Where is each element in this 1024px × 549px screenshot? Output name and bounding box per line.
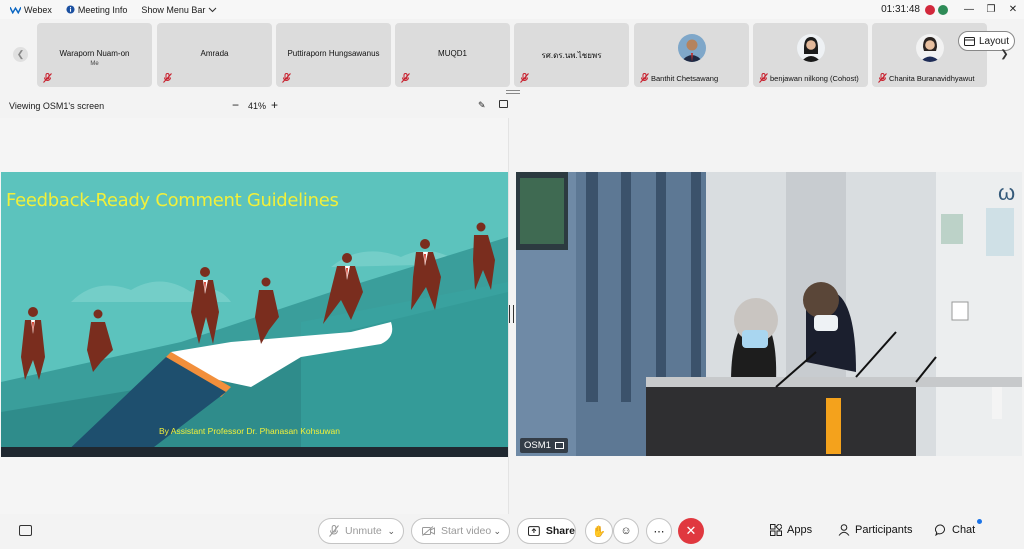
participants-button[interactable]: Participants — [838, 524, 912, 536]
webex-logo-icon — [10, 6, 21, 14]
chevron-down-icon[interactable]: ⌄ — [387, 526, 395, 537]
title-bar: Webex Meeting Info Show Menu Bar 01:31:4… — [0, 0, 1024, 19]
viewing-label: Viewing OSM1's screen — [9, 101, 105, 111]
participant-tile[interactable]: Amrada — [157, 23, 272, 87]
muted-mic-icon — [520, 73, 529, 83]
close-button[interactable]: ✕ — [1002, 0, 1024, 19]
zoom-in-button[interactable]: + — [271, 98, 278, 112]
active-speaker-video[interactable]: ω OSM1 — [516, 172, 1022, 456]
participant-strip: ❮ Waraporn Nuam-on Me Amrada Puttiraporn… — [0, 19, 1024, 91]
share-label: Share — [545, 525, 575, 537]
slide-author: By Assistant Professor Dr. Phanasan Kohs… — [159, 426, 340, 436]
participant-tile[interactable]: benjawan nilkong (Cohost) — [753, 23, 868, 87]
video-frame: ω — [516, 172, 1022, 456]
pop-out-icon[interactable] — [499, 100, 508, 108]
muted-mic-icon — [43, 73, 52, 83]
muted-mic-icon — [329, 525, 339, 537]
participant-name: Banthit Chetsawang — [651, 74, 719, 83]
participant-name: รศ.ดร.นพ.ไชยพร — [541, 51, 602, 60]
annotate-icon[interactable]: ✎ — [478, 100, 486, 111]
chat-icon — [935, 524, 945, 536]
muted-mic-icon — [163, 73, 172, 83]
video-participant-name: OSM1 — [524, 440, 551, 451]
captions-icon[interactable] — [19, 525, 32, 536]
zoom-level: 41% — [248, 101, 267, 111]
show-menu-bar-label: Show Menu Bar — [141, 4, 206, 15]
muted-mic-icon — [759, 73, 768, 83]
meeting-info-button[interactable]: Meeting Info — [62, 0, 132, 19]
participant-name: Waraporn Nuam-on — [59, 49, 130, 58]
webex-menu[interactable]: Webex — [6, 0, 56, 19]
share-button[interactable]: Share — [517, 518, 576, 544]
participants-label: Participants — [855, 524, 913, 536]
smiley-icon: ☺ — [620, 525, 632, 537]
participant-name: Puttiraporn Hungsawanus — [287, 49, 380, 58]
avatar — [915, 34, 944, 62]
muted-mic-icon — [282, 73, 291, 83]
video-name-label: OSM1 — [520, 438, 568, 453]
screen-share-icon — [554, 442, 564, 449]
participant-tile[interactable]: Waraporn Nuam-on Me — [37, 23, 152, 87]
shared-slide: Feedback-Ready Comment Guidelines By Ass… — [1, 172, 508, 457]
participant-name: MUQD1 — [438, 49, 467, 58]
chevron-down-icon — [209, 7, 217, 12]
svg-text:ω: ω — [998, 180, 1015, 205]
start-video-label: Start video — [441, 525, 492, 537]
start-video-button[interactable]: Start video ⌄ — [411, 518, 510, 544]
avatar — [796, 34, 825, 62]
chat-button[interactable]: Chat — [935, 524, 975, 536]
unmute-button[interactable]: Unmute ⌄ — [318, 518, 404, 544]
slide-illustration — [1, 172, 508, 457]
chat-label: Chat — [952, 524, 976, 536]
more-options-button[interactable]: ⋯ — [646, 518, 672, 544]
unmute-label: Unmute — [345, 525, 382, 537]
chat-notification-badge — [977, 519, 982, 524]
participant-name: Chanita Buranavidhyawut — [889, 74, 975, 83]
muted-mic-icon — [878, 73, 887, 83]
pane-splitter[interactable] — [509, 305, 514, 323]
muted-mic-icon — [401, 73, 410, 83]
user-status-icon[interactable] — [938, 4, 948, 15]
participant-name: Amrada — [200, 49, 229, 58]
participant-tile[interactable]: MUQD1 — [395, 23, 510, 87]
info-icon — [66, 5, 75, 14]
reactions-button[interactable]: ☺ — [613, 518, 639, 544]
participant-tile[interactable]: รศ.ดร.นพ.ไชยพร — [514, 23, 629, 87]
raise-hand-button[interactable]: ✋ — [585, 518, 613, 544]
apps-label: Apps — [787, 524, 813, 536]
show-menu-bar-button[interactable]: Show Menu Bar — [137, 0, 221, 19]
apps-button[interactable]: Apps — [770, 524, 812, 536]
participant-tile[interactable]: Puttiraporn Hungsawanus — [276, 23, 391, 87]
app-name: Webex — [24, 4, 52, 15]
minimize-button[interactable]: — — [958, 0, 980, 19]
person-icon — [838, 524, 850, 536]
meeting-clock: 01:31:48 — [881, 4, 920, 15]
hand-icon: ✋ — [592, 525, 606, 538]
slide-title: Feedback-Ready Comment Guidelines — [6, 190, 339, 211]
close-icon: ✕ — [685, 523, 697, 538]
share-toolbar: Viewing OSM1's screen − 41% + ✎ — [0, 96, 512, 116]
participant-me-badge: Me — [90, 61, 99, 67]
muted-mic-icon — [640, 73, 649, 83]
video-off-icon — [422, 526, 435, 536]
strip-resize-handle[interactable] — [506, 90, 520, 94]
restore-button[interactable]: ❐ — [980, 0, 1002, 19]
more-icon: ⋯ — [653, 525, 665, 538]
strip-prev-button[interactable]: ❮ — [13, 47, 28, 62]
leave-meeting-button[interactable]: ✕ — [678, 518, 704, 544]
share-icon — [528, 526, 540, 536]
zoom-out-button[interactable]: − — [232, 98, 239, 112]
participant-name: benjawan nilkong (Cohost) — [770, 74, 859, 83]
layout-icon — [963, 36, 975, 46]
meeting-controls: Unmute ⌄ Start video ⌄ Share ✋ ☺ ⋯ ✕ App… — [0, 514, 1024, 549]
meeting-info-label: Meeting Info — [77, 4, 128, 15]
avatar — [677, 34, 706, 62]
presenter-taskbar — [1, 447, 508, 457]
participant-tile[interactable]: Banthit Chetsawang — [634, 23, 749, 87]
recording-icon — [925, 4, 935, 15]
chevron-down-icon[interactable]: ⌄ — [493, 526, 501, 537]
apps-icon — [770, 524, 782, 536]
strip-next-button[interactable]: ❯ — [997, 47, 1012, 62]
layout-label: Layout — [978, 35, 1010, 47]
